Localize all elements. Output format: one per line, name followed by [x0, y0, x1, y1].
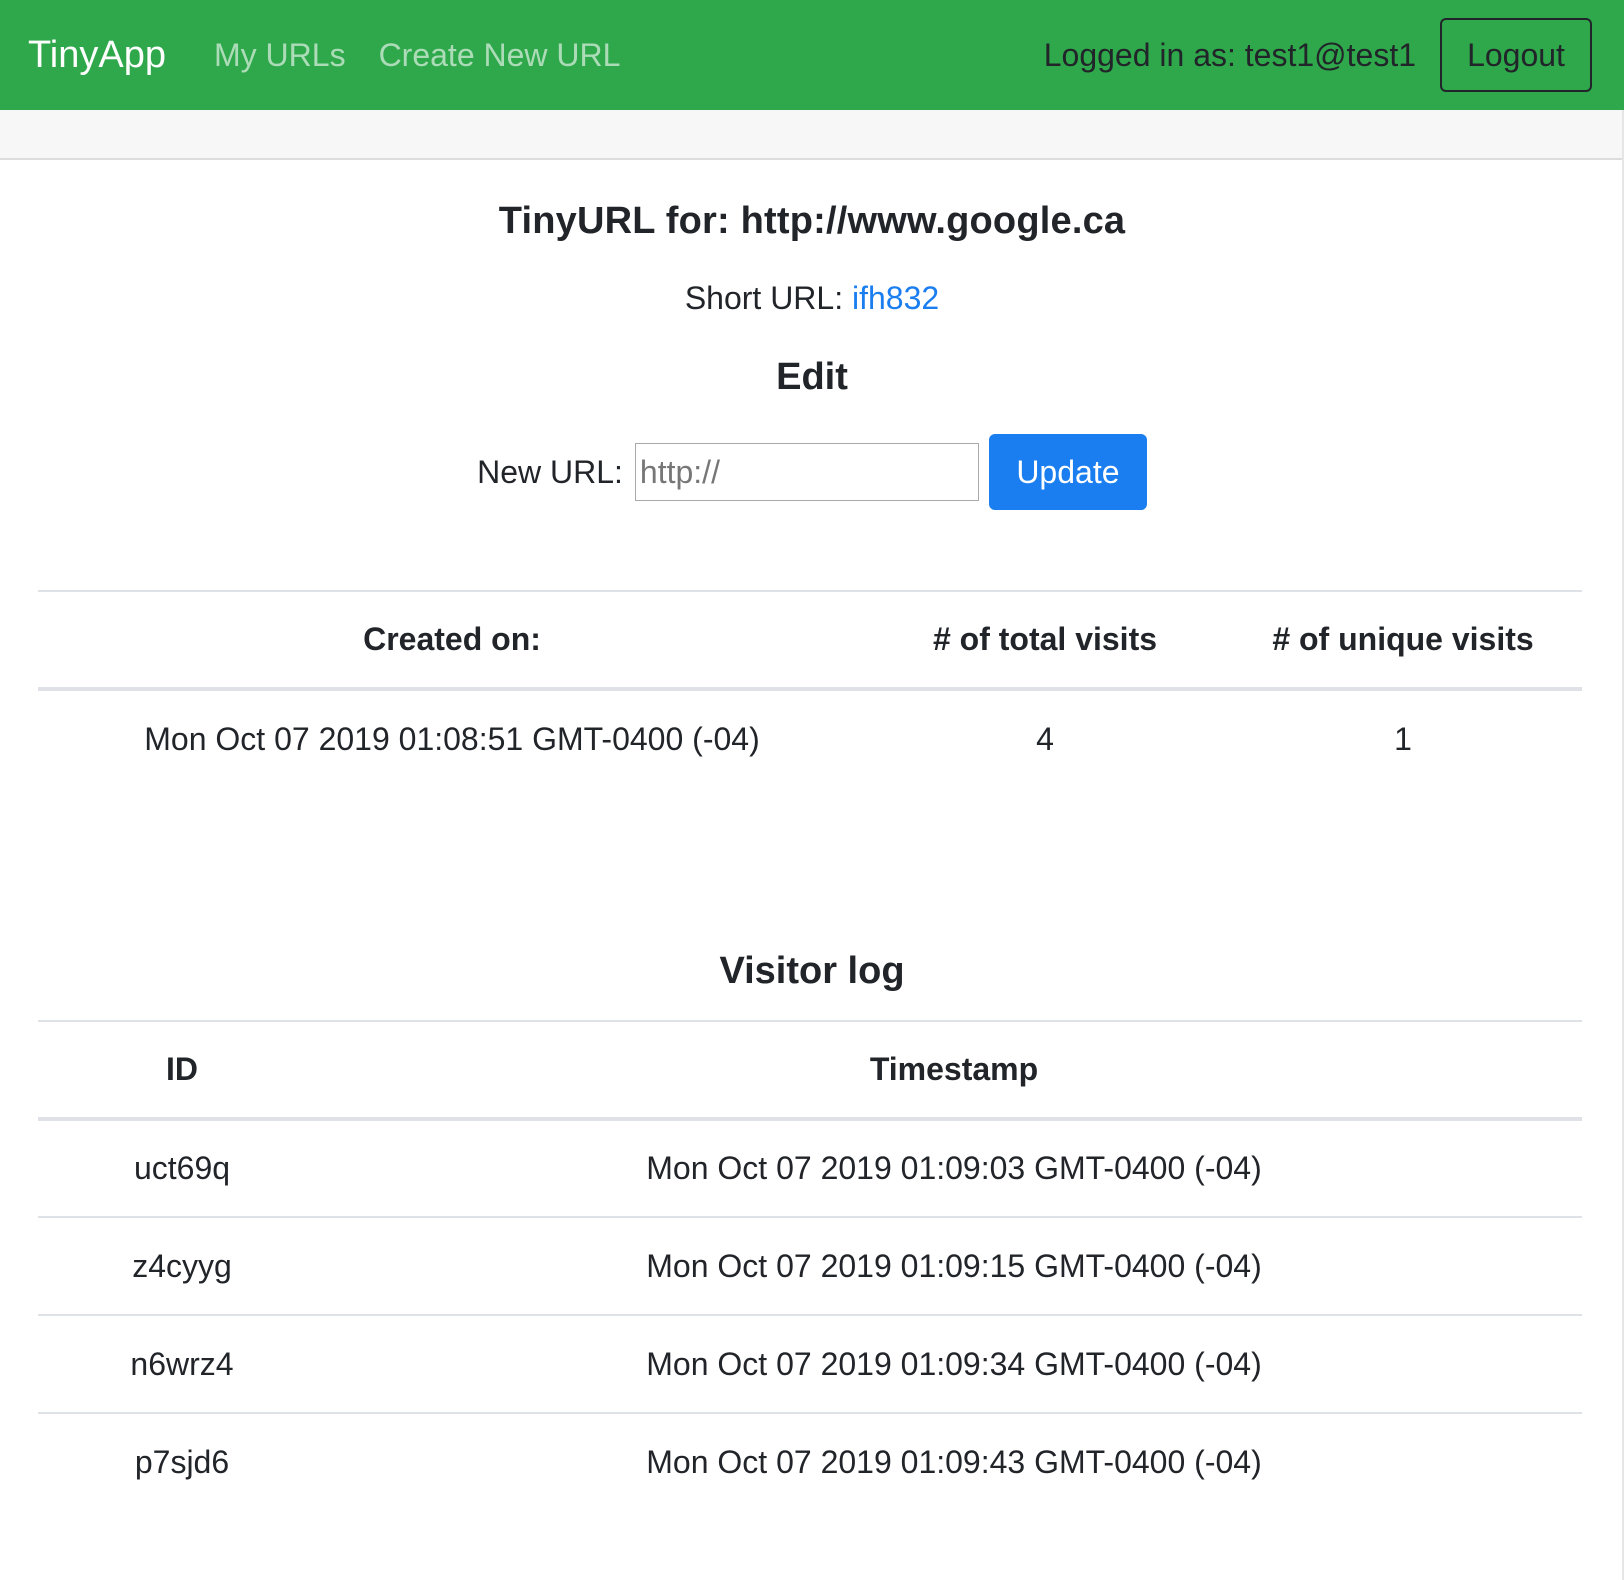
visit-timestamp: Mon Oct 07 2019 01:09:34 GMT-0400 (-04) — [326, 1314, 1582, 1413]
visitor-id: n6wrz4 — [38, 1314, 326, 1413]
nav-link-my-urls[interactable]: My URLs — [214, 37, 346, 74]
visit-timestamp: Mon Oct 07 2019 01:09:03 GMT-0400 (-04) — [646, 1150, 1262, 1186]
total-visits-value: 4 — [1036, 720, 1054, 757]
table-row: n6wrz4 Mon Oct 07 2019 01:09:34 GMT-0400… — [38, 1314, 1582, 1413]
edit-heading: Edit — [776, 356, 848, 398]
navbar: TinyApp My URLs Create New URL Logged in… — [0, 0, 1624, 110]
table-row: z4cyyg Mon Oct 07 2019 01:09:15 GMT-0400… — [38, 1216, 1582, 1315]
visit-timestamp: Mon Oct 07 2019 01:09:43 GMT-0400 (-04) — [326, 1412, 1582, 1511]
stats-row: Mon Oct 07 2019 01:08:51 GMT-0400 (-04) … — [38, 689, 1582, 787]
log-header-row: ID Timestamp — [38, 1020, 1582, 1121]
visitor-id: uct69q — [133, 1150, 231, 1186]
new-url-input[interactable] — [634, 443, 979, 501]
brand-link[interactable]: TinyApp — [28, 34, 166, 77]
short-url-line: Short URL: ifh832 — [0, 280, 1624, 317]
table-row: p7sjd6 Mon Oct 07 2019 01:09:43 GMT-0400… — [38, 1412, 1582, 1511]
header-timestamp: Timestamp — [326, 1020, 1582, 1121]
unique-visits-value: 1 — [1394, 720, 1412, 757]
nav-link-create-new-url[interactable]: Create New URL — [379, 37, 621, 74]
visitor-log-table: ID Timestamp uct69q Mon Oct 07 2019 01:0… — [38, 1020, 1582, 1511]
visitor-id: p7sjd6 — [38, 1412, 326, 1511]
url-stats-table: Created on: # of total visits # of uniqu… — [38, 590, 1582, 787]
header-id: ID — [38, 1020, 326, 1121]
table-row: uct69q Mon Oct 07 2019 01:09:03 GMT-0400… — [38, 1119, 1582, 1217]
stats-header-row: Created on: # of total visits # of uniqu… — [38, 590, 1582, 691]
header-total-visits: # of total visits — [866, 590, 1224, 691]
header-created-on: Created on: — [38, 590, 866, 691]
logged-in-text: Logged in as: test1@test1 — [1043, 36, 1416, 73]
short-url-link[interactable]: ifh832 — [852, 280, 939, 316]
subheader-strip — [0, 110, 1624, 160]
logout-button[interactable]: Logout — [1440, 18, 1592, 92]
visit-timestamp: Mon Oct 07 2019 01:09:15 GMT-0400 (-04) — [326, 1216, 1582, 1315]
short-url-label: Short URL: — [684, 280, 852, 316]
update-button[interactable]: Update — [988, 434, 1147, 510]
edit-url-form: New URL: Update — [0, 434, 1624, 510]
created-on-value: Mon Oct 07 2019 01:08:51 GMT-0400 (-04) — [144, 720, 760, 757]
visitor-id: z4cyyg — [38, 1216, 326, 1315]
header-unique-visits: # of unique visits — [1224, 590, 1582, 691]
page-title: TinyURL for: http://www.google.ca — [498, 200, 1126, 242]
new-url-label: New URL: — [477, 453, 623, 490]
visitor-log-heading: Visitor log — [719, 950, 905, 992]
